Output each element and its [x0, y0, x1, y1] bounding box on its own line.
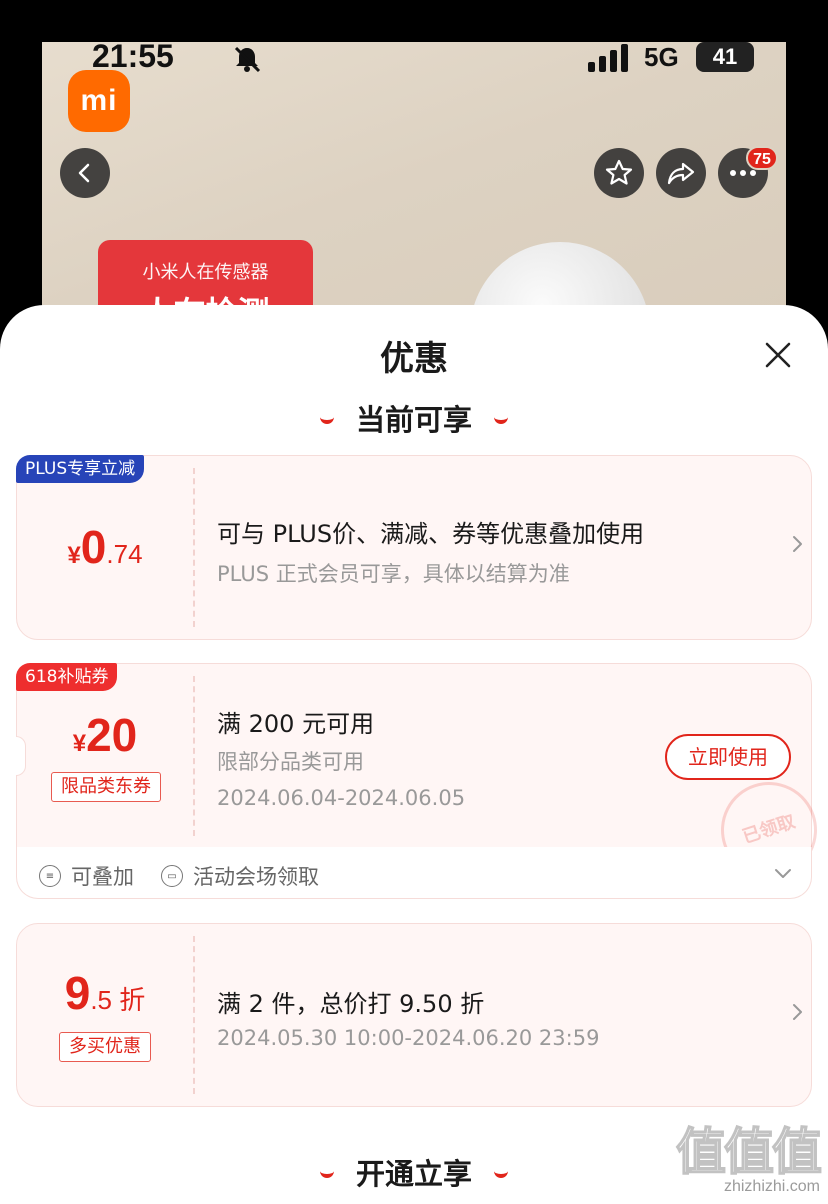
coupon-618: 618补贴券 ¥20 限品类东券 满 200 元可用 限部分品类可用 2024.…	[16, 663, 828, 891]
coupon-amount: 9.5 折	[64, 967, 146, 1019]
stackable-info: ≡ 可叠加	[39, 861, 134, 891]
coupon-tag: PLUS专享立减	[16, 455, 145, 483]
star-icon	[605, 159, 633, 185]
coupon-subtitle: 限部分品类可用	[217, 750, 364, 774]
coupon-618-footer: ≡ 可叠加 ▭ 活动会场领取	[16, 847, 812, 899]
network-label: 5G	[644, 42, 679, 72]
bell-muted-icon	[234, 46, 261, 73]
smile-decoration	[494, 416, 508, 424]
section-current-title: 当前可享	[355, 403, 472, 437]
coupon-divider	[193, 676, 195, 836]
sheet-title: 优惠	[380, 339, 448, 379]
coupon-subtitle: PLUS 正式会员可享，具体以结算为准	[217, 562, 570, 586]
coupon-divider	[193, 468, 195, 627]
battery-icon: 41	[696, 42, 754, 72]
watermark-logo: 值值值	[675, 1122, 823, 1182]
coupon-divider	[193, 936, 195, 1094]
watermark: 值值值 zhizhizhi.com	[675, 1112, 823, 1196]
back-button[interactable]	[60, 148, 110, 198]
chevron-right-icon[interactable]	[787, 1002, 807, 1022]
coupon-title: 可与 PLUS价、满减、券等优惠叠加使用	[217, 520, 645, 548]
coupon-plus[interactable]: PLUS专享立减 ¥0.74 可与 PLUS价、满减、券等优惠叠加使用 PLUS…	[16, 455, 812, 640]
coupon-date-range: 2024.05.30 10:00-2024.06.20 23:59	[217, 1026, 600, 1050]
chevron-down-icon[interactable]	[773, 863, 793, 883]
share-icon	[667, 162, 695, 185]
coupon-label: 多买优惠	[59, 1032, 151, 1062]
coupon-title: 满 200 元可用	[217, 710, 375, 738]
coupon-tag: 618补贴券	[16, 663, 118, 691]
source-info: ▭ 活动会场领取	[161, 861, 319, 891]
smile-decoration	[319, 1170, 334, 1178]
mi-logo: mi	[68, 70, 130, 132]
chevron-left-icon	[78, 163, 90, 183]
coupon-amount: ¥0.74	[67, 521, 143, 573]
ticket-icon: ▭	[161, 865, 183, 887]
use-now-button[interactable]: 立即使用	[665, 734, 791, 780]
signal-icon	[588, 44, 628, 72]
favorite-button[interactable]	[594, 148, 644, 198]
smile-decoration	[319, 416, 334, 424]
discount-sheet: 优惠 当前可享 PLUS专享立减 ¥0.74 可与 PLUS价、满减、券等优惠叠…	[0, 305, 828, 1204]
status-bar: 21:55 5G 41	[42, 36, 786, 80]
coupon-label: 限品类东券	[51, 772, 161, 802]
chevron-right-icon[interactable]	[787, 534, 807, 554]
coupon-multi-buy[interactable]: 9.5 折 多买优惠 满 2 件，总价打 9.50 折 2024.05.30 1…	[16, 923, 812, 1107]
more-dots-icon	[730, 170, 756, 176]
section-current-header: 当前可享	[0, 397, 828, 439]
smile-decoration	[494, 1170, 508, 1178]
notification-badge: 75	[746, 146, 778, 170]
close-icon[interactable]	[758, 335, 798, 375]
promo-card-title: 小米人在传感器	[142, 262, 269, 283]
section-open-title: 开通立享	[355, 1157, 472, 1191]
share-button[interactable]	[656, 148, 706, 198]
coupon-amount: ¥20	[72, 709, 138, 761]
coupon-title: 满 2 件，总价打 9.50 折	[217, 990, 485, 1018]
stack-icon: ≡	[39, 865, 61, 887]
coupon-date-range: 2024.06.04-2024.06.05	[217, 786, 466, 810]
